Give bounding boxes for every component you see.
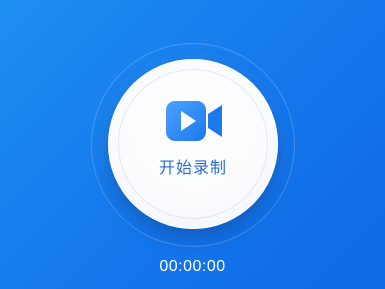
- recorder-screen: 开始录制 00:00:00: [0, 0, 385, 289]
- video-camera-icon: [166, 101, 222, 141]
- button-inner-ring: [118, 69, 268, 219]
- recording-timer: 00:00:00: [159, 258, 226, 275]
- start-recording-label: 开始录制: [158, 158, 227, 177]
- start-recording-button[interactable]: 开始录制: [108, 59, 278, 229]
